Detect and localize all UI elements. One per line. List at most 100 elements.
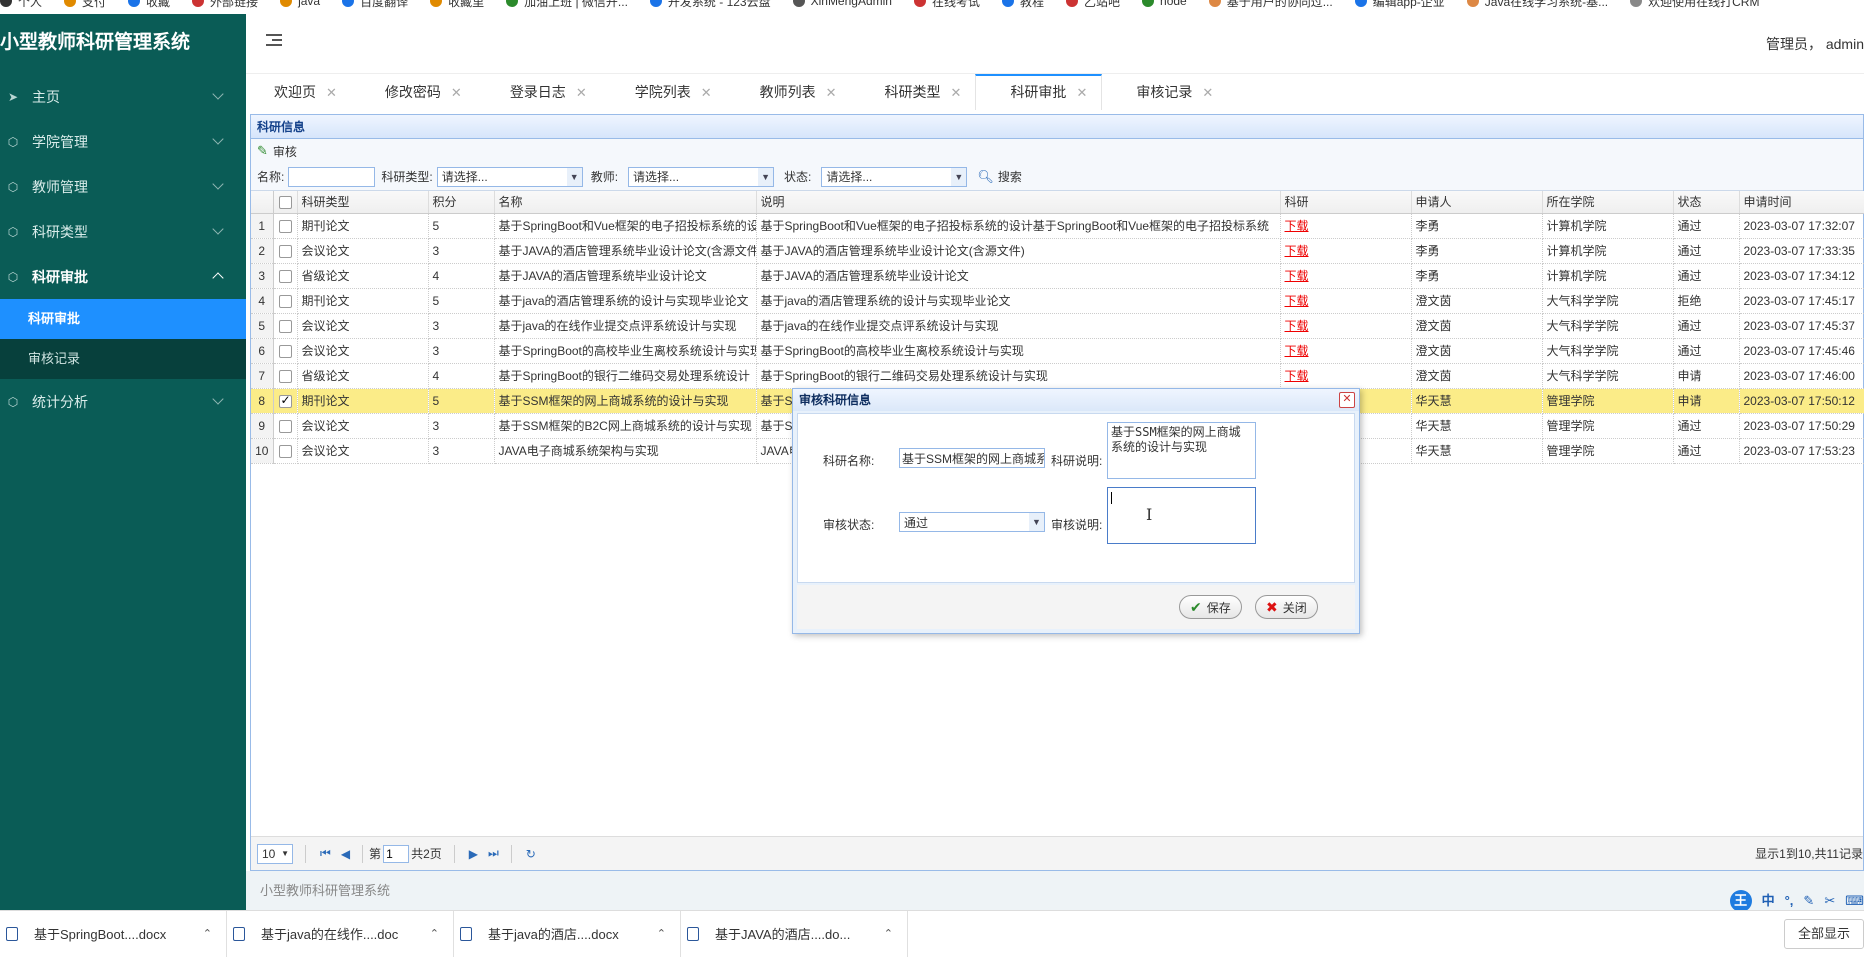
bookmark-item[interactable]: 教程 [1001, 0, 1044, 9]
bookmark-item[interactable]: XinMengAdmin [792, 0, 892, 8]
row-checkbox[interactable] [278, 444, 292, 458]
audit-button[interactable]: ✎ 审核 [257, 143, 297, 160]
close-icon[interactable]: ✕ [951, 85, 962, 100]
next-page-icon[interactable]: ▶ [469, 847, 478, 861]
col-type[interactable]: 科研类型 [297, 191, 429, 214]
table-row[interactable]: 6 会议论文 3 基于SpringBoot的高校毕业生离校系统设计与实现 基于Sprin… [251, 338, 1864, 364]
download-link[interactable]: 下载 [1285, 219, 1309, 233]
type-select[interactable]: 请选择... ▼ [436, 166, 583, 187]
chevron-down-icon[interactable]: ▼ [1028, 513, 1044, 531]
download-item[interactable]: 基于SpringBoot....docx ⌃ [0, 910, 227, 957]
bookmark-item[interactable]: java [280, 0, 320, 8]
research-desc-textarea[interactable]: 基于SSM框架的网上商城系统的设计与实现 [1107, 422, 1256, 479]
bookmark-item[interactable]: 收藏 [128, 0, 170, 9]
audit-remark-textarea[interactable]: I [1107, 487, 1256, 544]
audit-status-select[interactable]: 通过 ▼ [899, 512, 1045, 532]
table-row[interactable]: 3 省级论文 4 基于JAVA的酒店管理系统毕业设计论文 基于JAVA的酒店管理系统毕业… [251, 263, 1864, 289]
bookmark-item[interactable]: Java在线学习系统-基... [1466, 0, 1608, 9]
save-button[interactable]: ✔ 保存 [1179, 595, 1242, 619]
close-icon[interactable]: ✕ [576, 85, 587, 100]
chevron-down-icon[interactable]: ▼ [950, 167, 967, 186]
bookmark-item[interactable]: 欢迎使用在线打CRM [1630, 0, 1759, 9]
col-score[interactable]: 积分 [428, 191, 495, 214]
tab-3[interactable]: 学院列表 ✕ [601, 74, 726, 110]
col-desc[interactable]: 说明 [756, 191, 1281, 214]
close-icon[interactable]: ✕ [1076, 85, 1087, 100]
row-checkbox[interactable] [278, 219, 292, 233]
table-row[interactable]: 5 会议论文 3 基于java的在线作业提交点评系统设计与实现 基于java的在线作业提… [251, 313, 1864, 339]
table-row[interactable]: 1 期刊论文 5 基于SpringBoot和Vue框架的电子招投标系统的设计 基于Spr… [251, 213, 1864, 239]
close-icon[interactable]: ✕ [451, 85, 462, 100]
table-row[interactable]: 7 省级论文 4 基于SpringBoot的银行二维码交易处理系统设计 基于Spring… [251, 363, 1864, 389]
bookmark-item[interactable]: 收藏里 [430, 0, 484, 9]
bookmark-item[interactable]: 外部链接 [192, 0, 258, 9]
row-checkbox[interactable] [278, 344, 292, 358]
row-checkbox[interactable] [278, 294, 292, 308]
last-page-icon[interactable]: ⏭ [488, 846, 499, 861]
chevron-down-icon[interactable]: ▼ [757, 167, 774, 186]
row-checkbox[interactable] [278, 244, 292, 258]
bookmark-item[interactable]: 乙站吧 [1066, 0, 1120, 9]
select-all-checkbox[interactable] [278, 195, 292, 209]
download-item[interactable]: 基于java的酒店....docx ⌃ [454, 910, 681, 957]
sidebar-item-statistics[interactable]: ⬡ 统计分析 [0, 379, 246, 424]
close-icon[interactable]: ✕ [701, 85, 712, 100]
status-select[interactable]: 请选择... ▼ [821, 166, 968, 187]
bookmark-item[interactable]: 基于用户的协同过... [1208, 0, 1333, 9]
download-link[interactable]: 下载 [1285, 369, 1309, 383]
tab-1[interactable]: 修改密码 ✕ [351, 74, 476, 110]
download-link[interactable]: 下载 [1285, 344, 1309, 358]
prev-page-icon[interactable]: ◀ [341, 847, 350, 861]
col-status[interactable]: 状态 [1673, 191, 1740, 214]
col-name[interactable]: 名称 [494, 191, 757, 214]
bookmark-item[interactable]: 个人 [0, 0, 42, 9]
current-user[interactable]: 管理员， admin [1766, 34, 1864, 54]
bookmark-item[interactable]: 加油上班 | 微信开... [506, 0, 628, 9]
col-file[interactable]: 科研 [1280, 191, 1412, 214]
chevron-up-icon[interactable]: ⌃ [430, 927, 439, 940]
refresh-icon[interactable]: ↻ [526, 847, 536, 861]
table-row[interactable]: 2 会议论文 3 基于JAVA的酒店管理系统毕业设计论文(含源文件) 基于JAVA的酒店… [251, 238, 1864, 264]
tab-0[interactable]: 欢迎页 ✕ [246, 74, 351, 110]
tab-5[interactable]: 科研类型 ✕ [851, 74, 976, 110]
bookmark-item[interactable]: 编辑app-企业 [1354, 0, 1445, 9]
tab-6[interactable]: 科研审批 ✕ [975, 74, 1103, 110]
download-link[interactable]: 下载 [1285, 244, 1309, 258]
sidebar-item-home[interactable]: ➤ 主页 [0, 74, 246, 119]
download-item[interactable]: 基于java的在线作....doc ⌃ [227, 910, 454, 957]
bookmark-item[interactable]: 百度翻译 [342, 0, 408, 9]
close-icon[interactable]: ✕ [826, 85, 837, 100]
chevron-down-icon[interactable]: ▼ [565, 167, 582, 186]
close-icon[interactable]: ✕ [326, 85, 337, 100]
download-link[interactable]: 下载 [1285, 319, 1309, 333]
row-checkbox[interactable] [278, 319, 292, 333]
first-page-icon[interactable]: ⏮ [320, 846, 331, 861]
menu-toggle-icon[interactable] [266, 34, 284, 48]
tab-4[interactable]: 教师列表 ✕ [726, 74, 851, 110]
show-all-button[interactable]: 全部显示 [1784, 919, 1864, 949]
col-time[interactable]: 申请时间 [1739, 191, 1864, 214]
sidebar-item-research-approval[interactable]: ⬡ 科研审批 [0, 254, 246, 299]
row-checkbox[interactable] [278, 369, 292, 383]
download-link[interactable]: 下载 [1285, 294, 1309, 308]
page-size-select[interactable]: 10 ▼ [257, 843, 293, 864]
download-item[interactable]: 基于JAVA的酒店....do... ⌃ [681, 910, 908, 957]
chevron-up-icon[interactable]: ⌃ [203, 927, 212, 940]
download-link[interactable]: 下载 [1285, 269, 1309, 283]
sidebar-item-college[interactable]: ⬡ 学院管理 [0, 119, 246, 164]
teacher-select[interactable]: 请选择... ▼ [628, 166, 775, 187]
research-name-input[interactable]: 基于SSM框架的网上商城系统的设计与实现 [899, 448, 1045, 468]
sidebar-item-teacher[interactable]: ⬡ 教师管理 [0, 164, 246, 209]
name-search-input[interactable] [288, 166, 376, 187]
chevron-up-icon[interactable]: ⌃ [657, 927, 666, 940]
row-checkbox[interactable] [278, 419, 292, 433]
close-icon[interactable]: ✕ [1339, 392, 1355, 408]
tab-2[interactable]: 登录日志 ✕ [476, 74, 601, 110]
bookmark-item[interactable]: node [1142, 0, 1187, 8]
close-icon[interactable]: ✕ [1202, 85, 1213, 100]
bookmark-item[interactable]: 支付 [64, 0, 106, 9]
submenu-item-research-approval[interactable]: 科研审批 [0, 299, 246, 339]
table-row[interactable]: 4 期刊论文 5 基于java的酒店管理系统的设计与实现毕业论文 基于java的酒店管理… [251, 288, 1864, 314]
bookmark-item[interactable]: 在线考试 [913, 0, 980, 9]
ime-logo-icon[interactable]: 王 [1729, 889, 1752, 912]
